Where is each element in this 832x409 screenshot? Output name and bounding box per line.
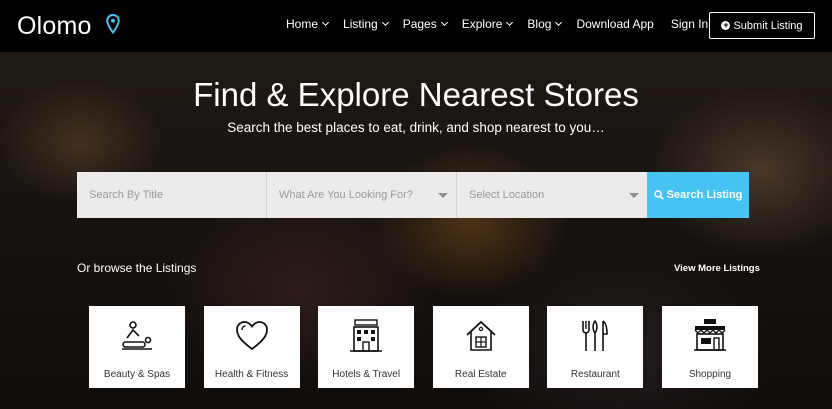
nav-item-pages[interactable]: Pages (403, 17, 448, 31)
nav-item-download-app[interactable]: Download App (576, 17, 653, 31)
browse-label: Or browse the Listings (77, 261, 197, 275)
search-listing-button[interactable]: Search Listing (647, 172, 749, 218)
massage-icon (122, 321, 152, 350)
category-card-real-estate[interactable]: Real Estate (432, 306, 529, 388)
chevron-down-icon (506, 18, 514, 27)
nav-item-sign-in[interactable]: Sign In (671, 17, 708, 31)
hero-title: Find & Explore Nearest Stores (193, 76, 639, 113)
search-icon (653, 190, 664, 200)
site-header: Olomo Home Listing Pages Explore Blog Do… (0, 0, 832, 52)
nav-item-listing[interactable]: Listing (343, 17, 389, 31)
main-nav: Home Listing Pages Explore Blog Download… (286, 17, 708, 31)
chevron-down-icon (381, 18, 389, 27)
category-card-beauty-spas[interactable]: Beauty & Spas (89, 306, 185, 388)
view-more-listings-link[interactable]: View More Listings (674, 263, 760, 274)
chevron-down-icon (555, 18, 563, 27)
dropdown-arrow-icon (438, 193, 448, 198)
heart-icon (235, 321, 268, 351)
category-select[interactable]: What Are You Looking For? (266, 172, 456, 218)
submit-listing-button[interactable]: + Submit Listing (709, 12, 815, 39)
nav-item-explore[interactable]: Explore (462, 17, 514, 31)
dropdown-arrow-icon (629, 193, 639, 198)
title-search-input[interactable]: Search By Title (77, 172, 266, 218)
search-bar: Search By Title What Are You Looking For… (77, 172, 749, 218)
house-icon (466, 320, 496, 351)
nav-item-blog[interactable]: Blog (527, 17, 563, 31)
category-card-restaurant[interactable]: Restaurant (547, 306, 644, 388)
site-logo[interactable]: Olomo (17, 12, 92, 41)
shop-icon (693, 319, 726, 351)
category-list: Beauty & Spas Health & Fitness Hotels & … (89, 306, 758, 388)
nav-item-home[interactable]: Home (286, 17, 330, 31)
chevron-down-icon (440, 18, 448, 27)
category-card-shopping[interactable]: Shopping (661, 306, 758, 388)
submit-listing-label: Submit Listing (733, 19, 803, 32)
chevron-down-icon (321, 18, 330, 27)
category-card-health-fitness[interactable]: Health & Fitness (203, 306, 300, 388)
location-select[interactable]: Select Location (456, 172, 647, 218)
plus-circle-icon: + (721, 20, 731, 30)
cutlery-icon (582, 319, 609, 351)
category-card-hotels-travel[interactable]: Hotels & Travel (318, 306, 415, 388)
hero-subtitle: Search the best places to eat, drink, an… (227, 120, 605, 135)
location-pin-icon (106, 14, 120, 34)
hotel-icon (350, 319, 383, 352)
